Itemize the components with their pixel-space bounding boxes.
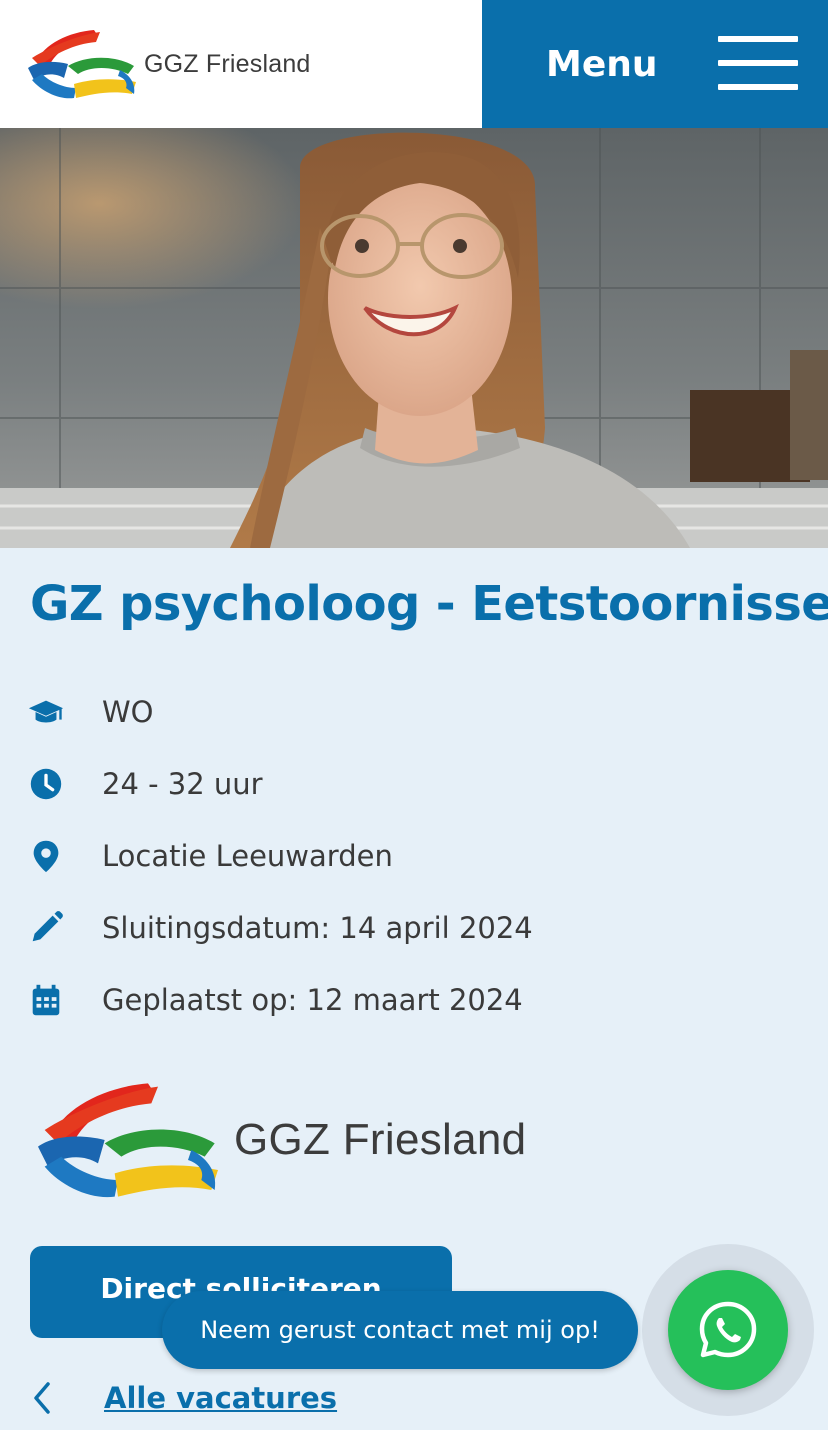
contact-bubble[interactable]: Neem gerust contact met mij op! [162,1291,638,1369]
hero-image [0,128,828,548]
job-details-list: WO 24 - 32 uur Locatie Leeuwarden Sluiti… [26,676,533,1036]
job-detail-text: Geplaatst op: 12 maart 2024 [102,983,523,1017]
job-detail-location: Locatie Leeuwarden [26,820,533,892]
job-detail-text: WO [102,695,154,729]
menu-label: Menu [546,43,658,85]
page-title: GZ psycholoog - Eetstoornissen [30,576,828,632]
back-to-vacancies[interactable]: Alle vacatures [28,1376,337,1420]
pencil-icon [26,908,66,948]
calendar-icon [26,980,66,1020]
job-detail-hours: 24 - 32 uur [26,748,533,820]
clock-icon [26,764,66,804]
ggz-logo-mark-icon [28,30,136,99]
job-detail-text: Locatie Leeuwarden [102,839,393,873]
ggz-logo[interactable]: GGZ Friesland [24,22,311,106]
job-detail-text: 24 - 32 uur [102,767,263,801]
menu-button[interactable]: Menu [482,0,828,128]
location-pin-icon [26,836,66,876]
site-header: GGZ Friesland Menu [0,0,828,128]
graduation-cap-icon [26,692,66,732]
all-vacancies-link[interactable]: Alle vacatures [104,1381,337,1415]
ggz-logo-mark-icon [38,1083,218,1198]
whatsapp-button[interactable] [668,1270,788,1390]
company-logo: GGZ Friesland [28,1070,526,1210]
chevron-left-icon [34,1382,50,1414]
logo-text: GGZ Friesland [144,49,311,78]
job-detail-closing-date: Sluitingsdatum: 14 april 2024 [26,892,533,964]
job-detail-posted-date: Geplaatst op: 12 maart 2024 [26,964,533,1036]
company-logo-text: GGZ Friesland [234,1115,527,1164]
whatsapp-icon [699,1301,757,1358]
hamburger-icon [718,36,798,92]
job-detail-education: WO [26,676,533,748]
job-detail-text: Sluitingsdatum: 14 april 2024 [102,911,533,945]
